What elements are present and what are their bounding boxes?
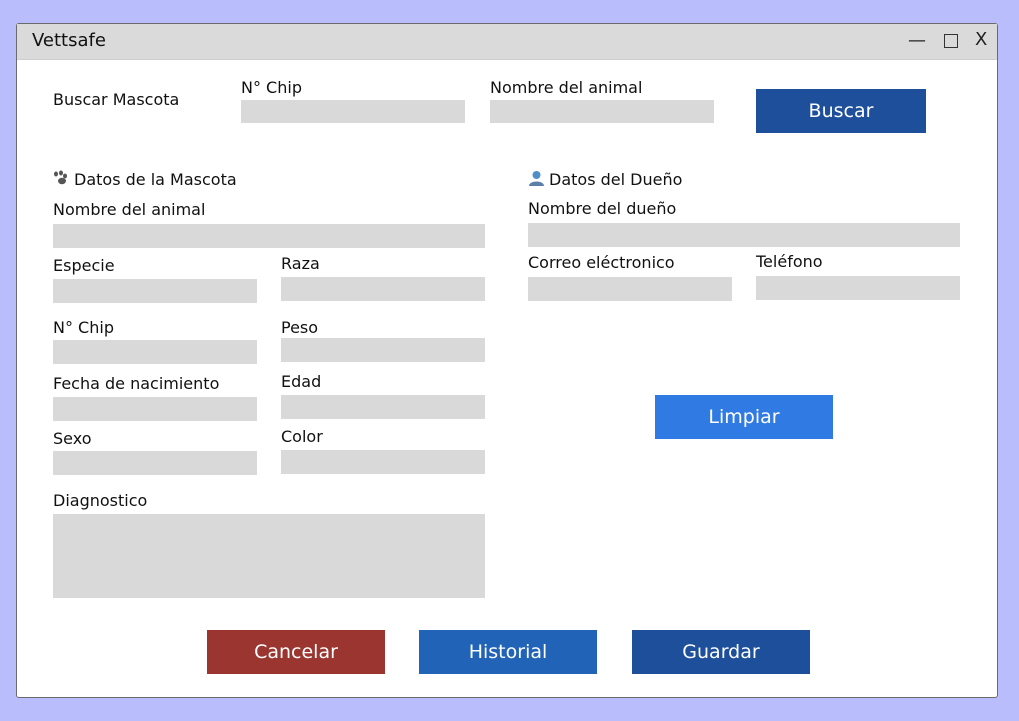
title-bar: Vettsafe — X xyxy=(17,24,997,60)
window-title: Vettsafe xyxy=(32,30,106,51)
breed-input[interactable] xyxy=(281,277,485,301)
breed-label: Raza xyxy=(281,254,320,273)
search-button[interactable]: Buscar xyxy=(756,89,926,133)
pet-section-header: Datos de la Mascota xyxy=(52,170,237,189)
search-chip-input[interactable] xyxy=(241,100,465,123)
diagnosis-label: Diagnostico xyxy=(53,491,148,510)
save-button[interactable]: Guardar xyxy=(632,630,810,674)
owner-name-label: Nombre del dueño xyxy=(528,199,677,218)
email-label: Correo eléctronico xyxy=(528,253,675,272)
chip-label: N° Chip xyxy=(53,318,114,337)
close-button[interactable]: X xyxy=(975,29,987,50)
age-input[interactable] xyxy=(281,395,485,419)
phone-input[interactable] xyxy=(756,276,960,300)
weight-input[interactable] xyxy=(281,338,485,362)
paw-icon xyxy=(52,170,70,189)
age-label: Edad xyxy=(281,372,322,391)
species-input[interactable] xyxy=(53,279,257,303)
clear-button[interactable]: Limpiar xyxy=(655,395,833,439)
minimize-button[interactable]: — xyxy=(908,30,926,51)
maximize-button[interactable] xyxy=(944,34,958,48)
diagnosis-textarea[interactable] xyxy=(53,514,485,598)
color-label: Color xyxy=(281,427,323,446)
weight-label: Peso xyxy=(281,318,319,337)
search-pet-label: Buscar Mascota xyxy=(53,90,180,109)
search-chip-label: N° Chip xyxy=(241,78,302,97)
sex-label: Sexo xyxy=(53,429,92,448)
color-input[interactable] xyxy=(281,450,485,474)
sex-input[interactable] xyxy=(53,451,257,475)
pet-section-title: Datos de la Mascota xyxy=(74,170,237,189)
species-label: Especie xyxy=(53,256,115,275)
app-window: Vettsafe — X Buscar Mascota N° Chip Nomb… xyxy=(16,23,998,698)
owner-section-title: Datos del Dueño xyxy=(549,170,683,189)
search-name-input[interactable] xyxy=(490,100,714,123)
birthdate-input[interactable] xyxy=(53,397,257,421)
owner-section-header: Datos del Dueño xyxy=(528,170,682,189)
cancel-button[interactable]: Cancelar xyxy=(207,630,385,674)
birthdate-label: Fecha de nacimiento xyxy=(53,374,220,393)
pet-name-input[interactable] xyxy=(53,224,485,248)
owner-name-input[interactable] xyxy=(528,223,960,247)
person-icon xyxy=(528,170,545,189)
search-name-label: Nombre del animal xyxy=(490,78,643,97)
phone-label: Teléfono xyxy=(756,252,823,271)
history-button[interactable]: Historial xyxy=(419,630,597,674)
pet-name-label: Nombre del animal xyxy=(53,200,206,219)
chip-input[interactable] xyxy=(53,340,257,364)
email-input[interactable] xyxy=(528,277,732,301)
